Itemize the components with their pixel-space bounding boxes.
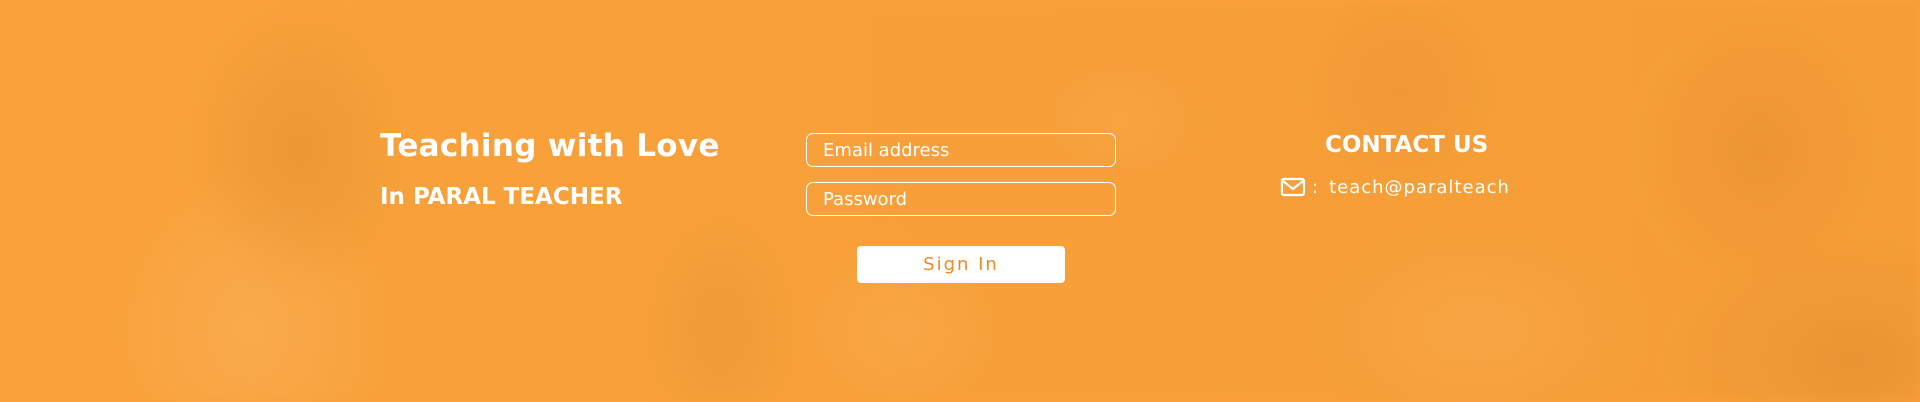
login-form: [806, 133, 1116, 216]
contact-separator: :: [1312, 176, 1320, 198]
contact-section: CONTACT US : teach@paralteach: [1280, 128, 1530, 198]
tagline-title: Teaching with Love: [380, 128, 720, 164]
mail-icon: [1280, 176, 1306, 198]
password-field[interactable]: [806, 182, 1116, 216]
contact-email-row: : teach@paralteach: [1280, 176, 1530, 198]
tagline-subtitle: In PARAL TEACHER: [380, 184, 623, 210]
footer-banner: Teaching with Love In PARAL TEACHER Sign…: [0, 0, 1920, 402]
contact-email[interactable]: teach@paralteach: [1329, 177, 1510, 198]
sign-in-button[interactable]: Sign In: [857, 246, 1065, 283]
contact-title: CONTACT US: [1325, 132, 1489, 158]
tagline: Teaching with Love In PARAL TEACHER: [380, 126, 720, 212]
email-field[interactable]: [806, 133, 1116, 167]
